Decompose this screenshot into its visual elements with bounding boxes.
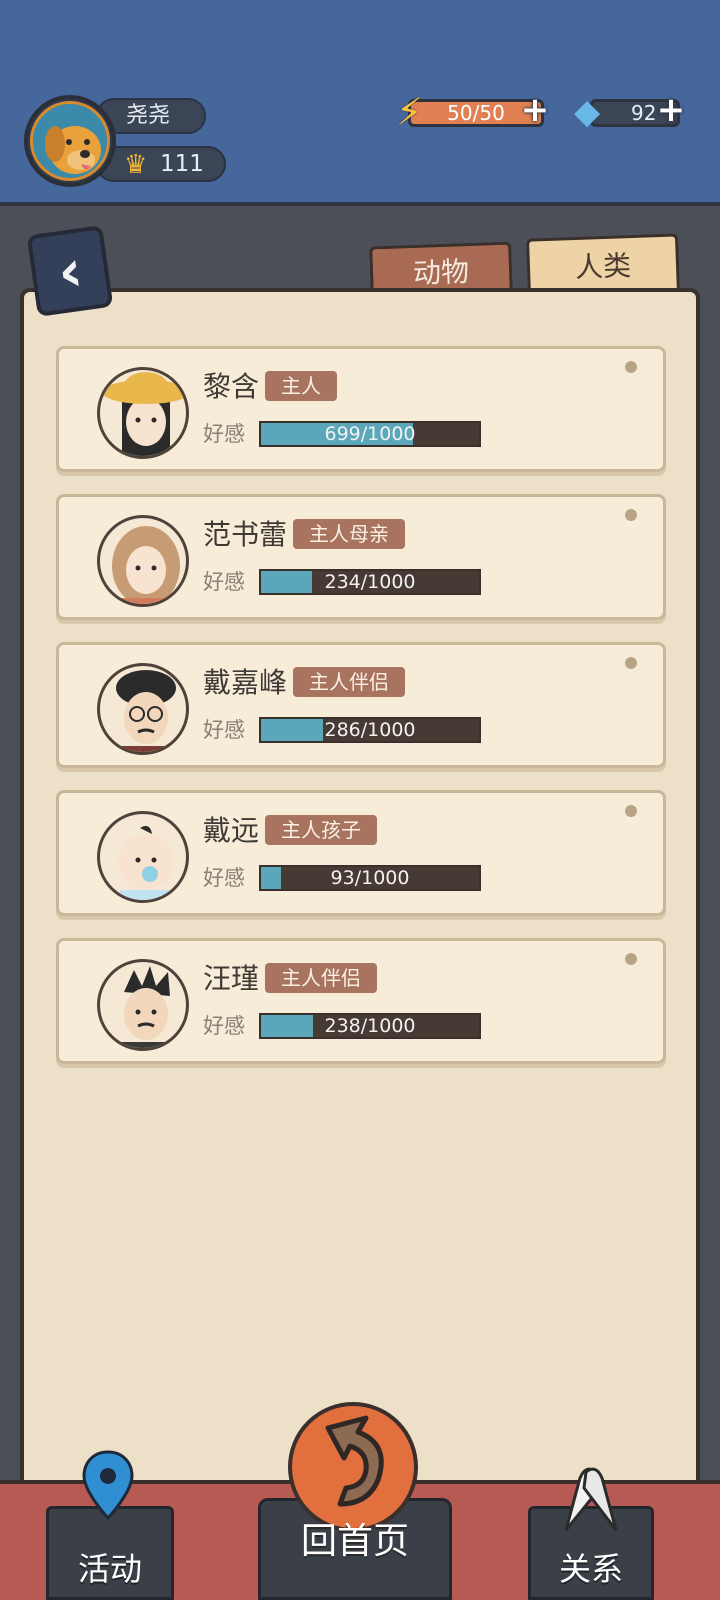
activity-label: 活动 (77, 1550, 142, 1588)
favor-label: 好感 (203, 718, 245, 742)
character-list: 黎含 主人 好感 699/1000 范书蕾 主人母亲 好感 234/1000 戴… (56, 346, 666, 1086)
crown-icon: ♛ (124, 150, 148, 180)
chevron-left-icon: ‹ (53, 235, 87, 307)
card-dot (625, 509, 637, 521)
list-item[interactable]: 戴嘉峰 主人伴侣 好感 286/1000 (56, 642, 666, 768)
character-avatar (97, 959, 189, 1051)
list-item[interactable]: 汪瑾 主人伴侣 好感 238/1000 (56, 938, 666, 1064)
character-name: 戴嘉峰 (203, 666, 288, 699)
list-item[interactable]: 范书蕾 主人母亲 好感 234/1000 (56, 494, 666, 620)
role-tag: 主人孩子 (265, 815, 377, 845)
top-status-bar: 尧尧 ♛ 111 ⚡ 50/50 + ◆ 92 + (0, 0, 720, 206)
player-level-text: 111 (160, 151, 204, 177)
list-item[interactable]: 黎含 主人 好感 699/1000 (56, 346, 666, 472)
character-name: 范书蕾 (203, 518, 288, 551)
golden-retriever-avatar-icon (30, 101, 110, 181)
relation-label: 关系 (558, 1550, 623, 1588)
favor-label: 好感 (203, 866, 245, 890)
character-avatar (97, 515, 189, 607)
favor-bar: 238/1000 (259, 1013, 481, 1039)
favor-text: 699/1000 (324, 423, 416, 445)
map-pin-icon (82, 1450, 134, 1520)
favor-text: 234/1000 (324, 571, 416, 593)
player-avatar[interactable] (24, 95, 116, 187)
character-avatar (97, 367, 189, 459)
home-label: 回首页 (300, 1521, 409, 1562)
character-name: 戴远 (203, 814, 260, 847)
favor-bar: 699/1000 (259, 421, 481, 447)
player-level: ♛ 111 (96, 146, 226, 182)
favor-text: 93/1000 (330, 867, 410, 889)
add-gems-button[interactable]: + (656, 93, 686, 127)
favor-bar: 93/1000 (259, 865, 481, 891)
card-dot (625, 805, 637, 817)
role-tag: 主人伴侣 (293, 667, 405, 697)
card-dot (625, 657, 637, 669)
character-name: 黎含 (203, 370, 260, 403)
activity-button[interactable]: 活动 (46, 1506, 174, 1600)
list-item[interactable]: 戴远 主人孩子 好感 93/1000 (56, 790, 666, 916)
character-name: 汪瑾 (203, 962, 260, 995)
player-name-text: 尧尧 (126, 103, 171, 128)
favor-bar: 234/1000 (259, 569, 481, 595)
favor-bar: 286/1000 (259, 717, 481, 743)
lightning-bolt-icon: ⚡ (396, 90, 423, 134)
card-dot (625, 361, 637, 373)
return-arrow-icon (325, 1415, 384, 1507)
tab-animals-label: 动物 (412, 255, 470, 290)
character-avatar (97, 811, 189, 903)
favor-text: 286/1000 (324, 719, 416, 741)
favor-label: 好感 (203, 1014, 245, 1038)
handshake-icon (564, 1467, 618, 1531)
role-tag: 主人伴侣 (265, 963, 377, 993)
favor-label: 好感 (203, 422, 245, 446)
add-energy-button[interactable]: + (520, 93, 550, 127)
role-tag: 主人 (265, 371, 337, 401)
favor-label: 好感 (203, 570, 245, 594)
tab-humans-label: 人类 (574, 249, 632, 284)
energy-text: 50/50 (447, 101, 505, 125)
character-avatar (97, 663, 189, 755)
back-button[interactable]: ‹ (26, 225, 114, 317)
diamond-icon: ◆ (574, 92, 601, 132)
favor-text: 238/1000 (324, 1015, 416, 1037)
card-dot (625, 953, 637, 965)
gem-count-text: 92 (631, 101, 657, 125)
role-tag: 主人母亲 (293, 519, 405, 549)
